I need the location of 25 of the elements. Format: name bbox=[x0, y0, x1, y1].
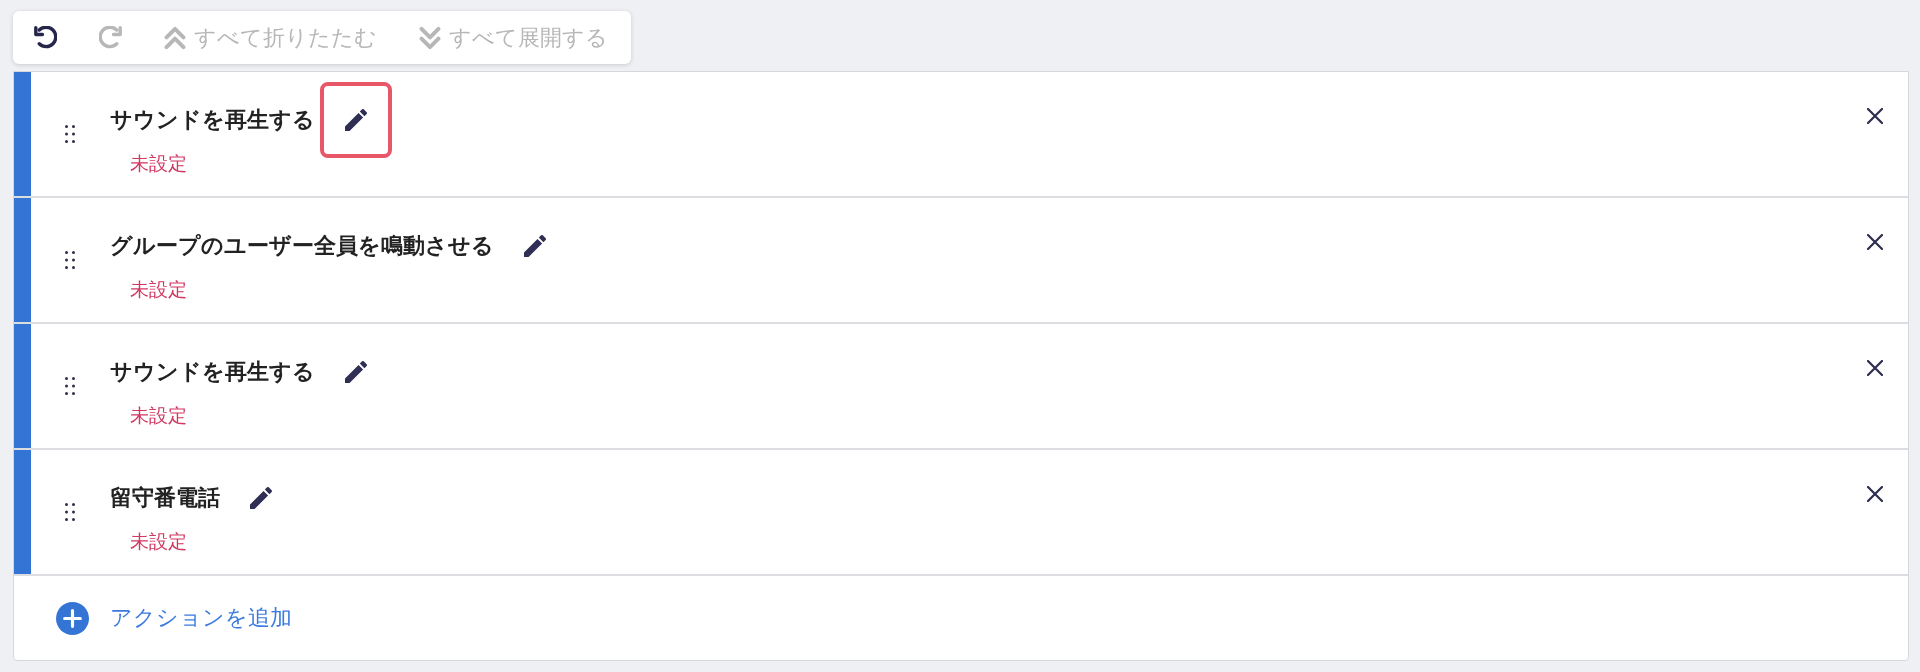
pencil-icon[interactable] bbox=[250, 487, 272, 509]
status-label: 未設定 bbox=[130, 277, 187, 302]
pencil-icon[interactable] bbox=[345, 361, 367, 383]
pencil-icon[interactable] bbox=[524, 235, 546, 257]
status-label: 未設定 bbox=[130, 529, 187, 554]
action-title: グループのユーザー全員を鳴動させる bbox=[110, 232, 494, 260]
pencil-icon[interactable] bbox=[345, 109, 367, 131]
status-label: 未設定 bbox=[130, 403, 187, 428]
action-title: 留守番電話 bbox=[110, 484, 220, 512]
action-title: サウンドを再生する bbox=[110, 106, 315, 134]
undo-icon[interactable] bbox=[34, 26, 57, 49]
grip-icon[interactable] bbox=[65, 503, 75, 521]
grip-icon[interactable] bbox=[65, 377, 75, 395]
action-title: サウンドを再生する bbox=[110, 358, 315, 386]
grip-icon[interactable] bbox=[65, 125, 75, 143]
close-icon[interactable] bbox=[1867, 108, 1883, 124]
plus-icon bbox=[56, 601, 89, 635]
grip-icon[interactable] bbox=[65, 251, 75, 269]
chevrons-up-icon bbox=[164, 25, 186, 50]
close-icon[interactable] bbox=[1867, 360, 1883, 376]
add-action-button[interactable]: アクションを追加 bbox=[56, 601, 292, 635]
chevrons-down-icon bbox=[419, 25, 441, 50]
close-icon[interactable] bbox=[1867, 234, 1883, 250]
close-icon[interactable] bbox=[1867, 486, 1883, 502]
status-label: 未設定 bbox=[130, 151, 187, 176]
